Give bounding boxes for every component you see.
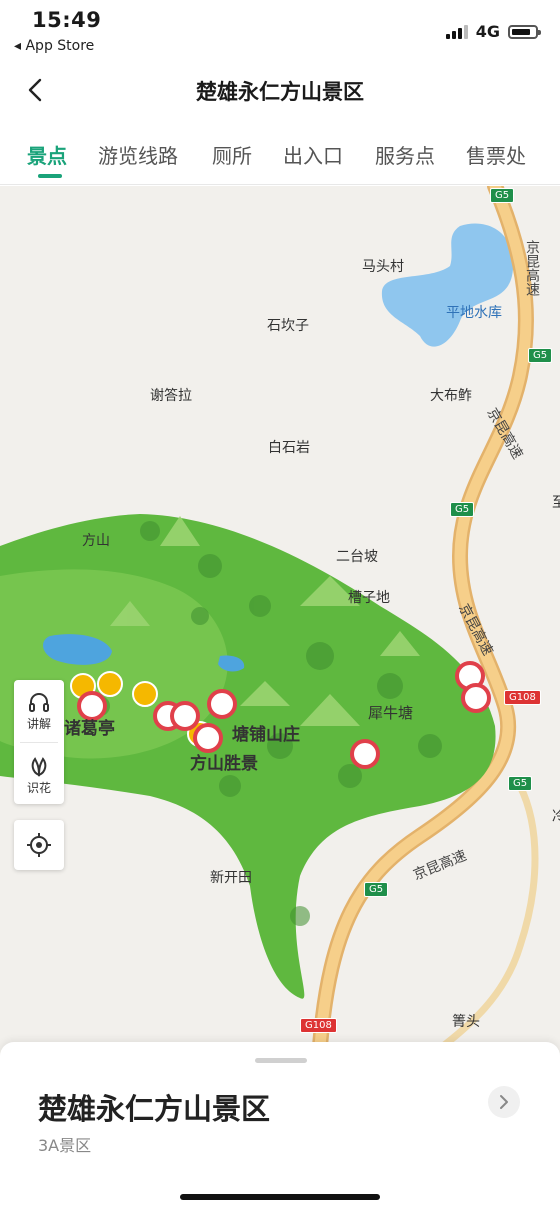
leaf-icon	[31, 757, 47, 777]
identify-flower-label: 识花	[26, 781, 51, 795]
bottom-sheet[interactable]: 楚雄永仁方山景区 3A景区	[0, 1042, 560, 1210]
nav-bar: 楚雄永仁方山景区	[0, 60, 560, 120]
place-shikanzi: 石坎子	[267, 318, 309, 334]
place-ertaipo: 二台坡	[336, 549, 378, 565]
audio-guide-label: 讲解	[26, 717, 51, 731]
road-label-jingkun-1: 京昆高速	[524, 240, 540, 296]
place-matoucun: 马头村	[362, 259, 404, 275]
tab-scenic-spots[interactable]: 景点	[27, 140, 67, 169]
tab-entrances[interactable]: 出入口	[283, 140, 343, 169]
shield-g5: G5	[490, 188, 515, 203]
page-title: 楚雄永仁方山景区	[196, 80, 364, 104]
place-zhuge-ting: 诸葛亭	[64, 719, 115, 739]
reservoir-water	[381, 223, 514, 347]
place-zhantou: 箐头	[452, 1014, 480, 1030]
map-side-controls: 讲解 识花	[14, 680, 64, 804]
status-bar: 15:49 ◂ App Store 4G	[0, 0, 560, 60]
place-xinkaitian: 新开田	[210, 870, 252, 886]
place-edge-1: 至	[552, 495, 560, 511]
place-fangshan: 方山	[82, 533, 110, 549]
sheet-grabber[interactable]	[255, 1058, 307, 1063]
place-baishiyan: 白石岩	[268, 440, 310, 456]
locate-me-button[interactable]	[14, 820, 64, 870]
place-dabuzuo: 大布鲊	[430, 388, 472, 404]
tab-toilets[interactable]: 厕所	[212, 140, 252, 169]
place-xiedala: 谢答拉	[150, 388, 192, 404]
tab-tour-routes[interactable]: 游览线路	[98, 140, 178, 169]
place-caozidi: 槽子地	[348, 590, 390, 606]
shield-g5: G5	[364, 882, 389, 897]
status-indicators: 4G	[445, 22, 541, 41]
signal-icon	[445, 24, 468, 39]
shield-g5: G5	[450, 502, 475, 517]
chevron-right-icon	[500, 1095, 508, 1109]
identify-flower-button[interactable]: 识花	[14, 744, 64, 804]
shield-g108: G108	[504, 690, 541, 705]
shield-g5: G5	[508, 776, 533, 791]
scenic-area-title: 楚雄永仁方山景区	[38, 1092, 271, 1126]
battery-icon	[508, 24, 541, 39]
place-pingdi-reservoir: 平地水库	[446, 305, 502, 321]
status-time: 15:49	[32, 8, 102, 32]
map-view[interactable]: 马头村 平地水库 石坎子 谢答拉 大布鲊 白石岩 方山 二台坡 槽子地 犀牛塘 …	[0, 186, 560, 1056]
category-tabs: 景点 游览线路 厕所 出入口 服务点 售票处	[0, 126, 560, 185]
home-indicator	[180, 1194, 380, 1200]
shield-g5: G5	[528, 348, 553, 363]
tab-ticket-offices[interactable]: 售票处	[466, 140, 526, 169]
place-fangshan-shengjing: 方山胜景	[190, 754, 258, 774]
network-type: 4G	[475, 22, 500, 41]
divider	[20, 742, 58, 743]
place-xiniutang: 犀牛塘	[368, 704, 414, 722]
audio-guide-button[interactable]: 讲解	[14, 680, 64, 740]
back-to-app-store[interactable]: ◂ App Store	[14, 38, 94, 54]
tab-service-points[interactable]: 服务点	[375, 140, 435, 169]
scenic-area-rating: 3A景区	[38, 1136, 92, 1155]
details-button[interactable]	[488, 1086, 520, 1118]
headphones-icon	[29, 693, 49, 712]
place-tangpu-shanzhuang: 塘铺山庄	[232, 725, 300, 745]
shield-g108: G108	[300, 1018, 337, 1033]
active-tab-indicator	[38, 174, 62, 178]
crosshair-icon	[27, 833, 51, 857]
place-edge-2: 冷	[552, 809, 560, 825]
